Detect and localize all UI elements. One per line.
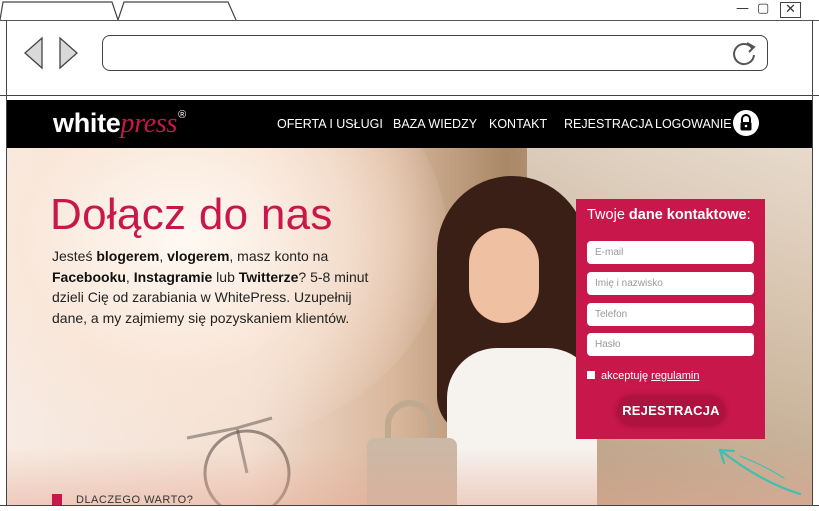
browser-tab[interactable]	[0, 0, 240, 20]
hero-title: Dołącz do nas	[50, 190, 333, 239]
nav-logowanie[interactable]: LOGOWANIE	[655, 117, 732, 131]
site-header: whitepress® OFERTA I USŁUGI BAZA WIEDZY …	[7, 100, 812, 148]
accept-terms-checkbox[interactable]	[587, 371, 595, 380]
hero-description: Jesteś blogerem, vlogerem, masz konto na…	[52, 248, 369, 326]
terms-link[interactable]: regulamin	[651, 370, 699, 382]
terms-row: akceptuję regulamin	[587, 370, 699, 382]
logo-registered-mark: ®	[178, 109, 186, 121]
lock-icon[interactable]	[733, 110, 759, 136]
email-field[interactable]	[587, 241, 754, 264]
nav-oferta[interactable]: OFERTA I USŁUGI	[277, 117, 383, 131]
frame-border-bottom	[0, 505, 819, 506]
minimize-icon[interactable]: —	[736, 2, 749, 16]
logo-text-white: white	[53, 108, 121, 138]
whitepress-logo[interactable]: whitepress®	[53, 108, 186, 140]
logo-text-press: press	[120, 108, 178, 139]
browser-chrome: — ▢ ✕	[0, 0, 819, 100]
forward-arrow-icon[interactable]	[58, 36, 80, 70]
back-arrow-icon[interactable]	[22, 36, 44, 70]
annotation-arrow-icon	[718, 448, 802, 496]
woman-face-image	[469, 228, 539, 323]
form-title: Twoje dane kontaktowe:	[587, 207, 751, 223]
nav-rejestracja[interactable]: REJESTRACJA	[564, 117, 653, 131]
password-field[interactable]	[587, 333, 754, 356]
name-field[interactable]	[587, 272, 754, 295]
registration-form: Twoje dane kontaktowe: akceptuję regulam…	[576, 199, 765, 439]
close-icon[interactable]: ✕	[780, 2, 801, 18]
nav-kontakt[interactable]: KONTAKT	[489, 117, 547, 131]
chrome-divider	[0, 95, 819, 96]
register-button[interactable]: REJESTRACJA	[617, 396, 725, 426]
frame-border-right	[812, 20, 813, 506]
address-bar[interactable]	[102, 35, 768, 71]
reload-icon[interactable]	[730, 39, 758, 67]
restore-icon[interactable]: ▢	[757, 2, 769, 16]
nav-baza-wiedzy[interactable]: BAZA WIEDZY	[393, 117, 477, 131]
accept-label: akceptuję	[601, 370, 652, 382]
phone-field[interactable]	[587, 303, 754, 326]
